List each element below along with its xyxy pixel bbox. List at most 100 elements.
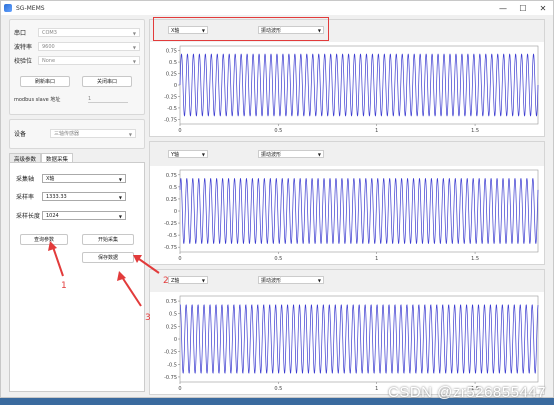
waveform-plot-x: 0.75 0.5 0.25 0 -0.25 -0.5 -0.75 0 0.5 1 1.5 [150, 42, 544, 136]
query-params-button[interactable]: 查询参数 [20, 234, 68, 245]
port-label: 串口 [14, 30, 27, 37]
start-acquisition-button[interactable]: 开始采集 [82, 234, 134, 245]
axis-select[interactable]: X轴 ▼ [42, 174, 126, 183]
y-tick-label: 0.75 [166, 49, 177, 55]
x-tick-label: 0.5 [274, 128, 282, 134]
device-group: 设备 三轴传感器 ▼ [9, 119, 145, 149]
y-tick-label: 0 [174, 337, 177, 343]
plot-y-axis-value: Y轴 [171, 151, 180, 158]
baud-select[interactable]: 9600 ▼ [38, 42, 140, 51]
chevron-down-icon: ▼ [132, 59, 136, 64]
y-tick-label: -0.5 [167, 362, 177, 368]
plot-z-axis-value: Z轴 [171, 277, 180, 284]
plot-panel-y: Y轴 ▼ 振动波形 ▼ 0.75 0.5 0.25 0 -0.25 -0.5 -0.75 0 0.5… [149, 141, 545, 265]
highlight-box [153, 17, 329, 41]
chevron-down-icon: ▼ [118, 177, 122, 182]
device-value: 三轴传感器 [54, 131, 80, 137]
sample-rate-value: 1333.33 [46, 193, 67, 200]
annotation-3: 3 [145, 313, 151, 323]
parity-select[interactable]: None ▼ [38, 56, 140, 65]
y-tick-label: -0.75 [164, 117, 177, 123]
chevron-down-icon: ▼ [128, 132, 132, 137]
waveform-line [179, 304, 539, 374]
chevron-down-icon: ▼ [317, 152, 321, 157]
x-tick-label: 1 [375, 128, 378, 134]
waveform-plot-z: 0.75 0.5 0.25 0 -0.25 -0.5 -0.75 0 0.5 1 1.5 [150, 292, 544, 394]
x-tick-label: 0 [178, 386, 181, 392]
waveform-svg-x: 0.750.50.250-0.25-0.5-0.750 0.5 1 1.5 [164, 45, 539, 134]
x-tick-label: 0 [178, 128, 181, 134]
sample-rate-select[interactable]: 1333.33 ▼ [42, 192, 126, 201]
plot-y-axis-select[interactable]: Y轴 ▼ [168, 150, 208, 158]
left-panel: 串口 COM3 ▼ 波特率 9600 ▼ 校验位 None ▼ 刷新串口 关闭串口 m… [9, 19, 145, 392]
axis-label: 采集轴 [16, 176, 35, 183]
x-tick-label: 0 [178, 256, 181, 262]
y-tick-label: 0.5 [169, 60, 177, 66]
minimize-button[interactable]: — [493, 1, 513, 15]
app-icon [4, 4, 12, 12]
y-tick-label: -0.75 [164, 375, 177, 381]
chevron-down-icon: ▼ [118, 214, 122, 219]
y-tick-label: 0.75 [166, 173, 177, 179]
y-tick-label: -0.75 [164, 245, 177, 251]
y-tick-label: 0.5 [169, 185, 177, 191]
y-tick-label: -0.25 [164, 94, 177, 100]
plot-y-mode-value: 振动波形 [261, 151, 282, 158]
waveform-plot-y: 0.75 0.5 0.25 0 -0.25 -0.5 -0.75 0 0.5 1 1.5 [150, 166, 544, 264]
y-tick-label: 0.25 [166, 324, 177, 330]
sample-length-label: 采样长度 [16, 213, 41, 220]
chevron-down-icon: ▼ [201, 278, 205, 283]
baud-label: 波特率 [14, 44, 33, 51]
y-tick-label: 0 [174, 209, 177, 215]
close-port-button[interactable]: 关闭串口 [82, 76, 132, 87]
chevron-down-icon: ▼ [201, 152, 205, 157]
axis-value: X轴 [46, 176, 55, 182]
port-value: COM3 [42, 29, 57, 36]
port-select[interactable]: COM3 ▼ [38, 28, 140, 37]
serial-group: 串口 COM3 ▼ 波特率 9600 ▼ 校验位 None ▼ 刷新串口 关闭串口 m… [9, 19, 145, 115]
chevron-down-icon: ▼ [118, 195, 122, 200]
save-data-button[interactable]: 保存数据 [82, 252, 134, 263]
modbus-address-input[interactable]: 1 [88, 96, 128, 103]
x-tick-label: 0.5 [274, 386, 282, 392]
chevron-down-icon: ▼ [132, 31, 136, 36]
waveform-svg-y: 0.750.50.250-0.25-0.5-0.750 0.5 1 1.5 [164, 169, 539, 262]
title-bar: SG-MEMS — ☐ ✕ [1, 1, 553, 15]
modbus-label: modbus slave 地址 [14, 97, 61, 103]
y-tick-label: -0.25 [164, 350, 177, 356]
plot-frame [179, 169, 539, 253]
plot-z-axis-select[interactable]: Z轴 ▼ [168, 276, 208, 284]
y-tick-label: -0.5 [167, 106, 177, 112]
waveform-line [179, 178, 539, 244]
chevron-down-icon: ▼ [132, 45, 136, 50]
sample-rate-label: 采样率 [16, 194, 35, 201]
x-tick-label: 1.5 [471, 256, 479, 262]
waveform-line [179, 53, 539, 117]
parity-value: None [42, 57, 56, 64]
plot-y-mode-select[interactable]: 振动波形 ▼ [258, 150, 324, 158]
sample-length-select[interactable]: 1024 ▼ [42, 211, 126, 220]
plot-z-mode-select[interactable]: 振动波形 ▼ [258, 276, 324, 284]
x-tick-label: 1.5 [471, 128, 479, 134]
sample-length-value: 1024 [46, 212, 59, 219]
waveform-svg-z: 0.750.50.250-0.25-0.5-0.750 0.5 1 1.5 [164, 295, 539, 392]
device-select[interactable]: 三轴传感器 ▼ [50, 129, 136, 138]
close-button[interactable]: ✕ [533, 1, 553, 15]
open-port-button[interactable]: 刷新串口 [20, 76, 70, 87]
y-tick-label: 0.75 [166, 299, 177, 305]
acquisition-panel: 采集轴 X轴 ▼ 采样率 1333.33 ▼ 采样长度 1024 ▼ 查询参数 开始采… [9, 162, 145, 392]
app-window: SG-MEMS — ☐ ✕ 串口 COM3 ▼ 波特率 9600 ▼ 校验位 Non… [0, 0, 554, 398]
x-tick-label: 1 [375, 256, 378, 262]
chevron-down-icon: ▼ [317, 278, 321, 283]
y-tick-label: 0.25 [166, 197, 177, 203]
device-label: 设备 [14, 131, 27, 138]
baud-value: 9600 [42, 43, 55, 50]
plot-panel-z: Z轴 ▼ 振动波形 ▼ 0.75 0.5 0.25 0 -0.25 -0.5 -0.75 0 0.5… [149, 269, 545, 395]
plot-z-mode-value: 振动波形 [261, 277, 282, 284]
y-tick-label: 0.5 [169, 312, 177, 318]
y-tick-label: 0.25 [166, 72, 177, 78]
watermark: CSDN @zr526855447 [388, 384, 546, 401]
parity-label: 校验位 [14, 58, 33, 65]
maximize-button[interactable]: ☐ [513, 1, 533, 15]
annotation-1: 1 [61, 281, 67, 291]
